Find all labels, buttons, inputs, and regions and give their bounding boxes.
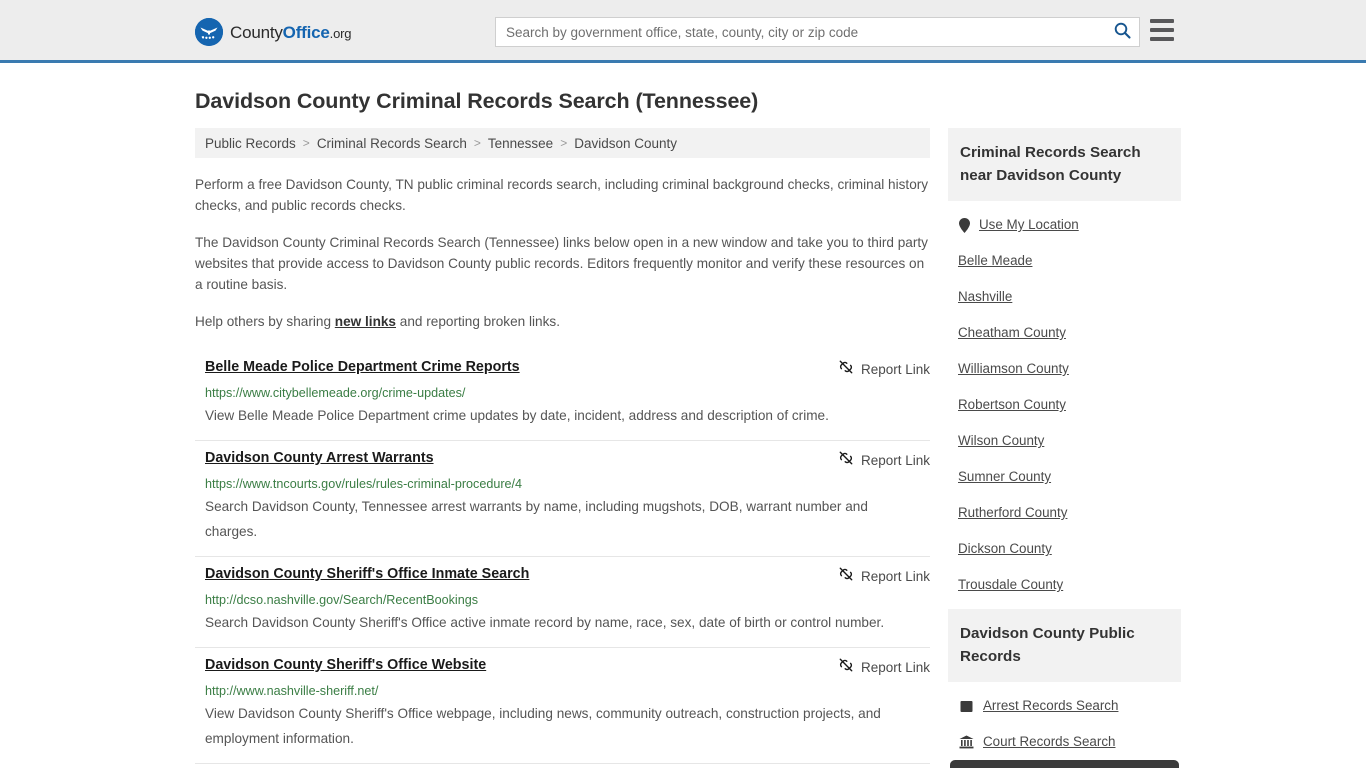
result-item: Davidson County Arrest Warrants Report L… [195,441,930,557]
result-url[interactable]: https://www.tncourts.gov/rules/rules-cri… [205,476,930,492]
sidebar-location-belle-meade[interactable]: Belle Meade [948,243,1181,279]
breadcrumb-item-public-records[interactable]: Public Records [205,136,296,151]
sidebar-location-label: Williamson County [958,361,1069,376]
map-pin-icon [958,217,971,233]
logo-text-org: .org [329,25,352,41]
sidebar-location-robertson-county[interactable]: Robertson County [948,387,1181,423]
report-link-label: Report Link [860,362,930,377]
use-my-location-link[interactable]: Use My Location [948,207,1181,243]
main-content: Public Records > Criminal Records Search… [195,128,930,764]
result-item: Belle Meade Police Department Crime Repo… [195,350,930,441]
result-item: Davidson County Sheriff's Office Website… [195,648,930,764]
search-input[interactable] [496,18,1105,46]
result-title-link[interactable]: Davidson County Sheriff's Office Website [205,656,838,675]
sidebar-location-label: Belle Meade [958,253,1033,268]
result-title-link[interactable]: Belle Meade Police Department Crime Repo… [205,358,838,377]
intro-p3-before: Help others by sharing [195,314,335,329]
breadcrumb-separator: > [302,136,310,150]
breadcrumb-item-tennessee[interactable]: Tennessee [488,136,553,151]
sidebar-location-cheatham-county[interactable]: Cheatham County [948,315,1181,351]
broken-link-icon [838,657,854,678]
sidebar-location-rutherford-county[interactable]: Rutherford County [948,495,1181,531]
sidebar-location-wilson-county[interactable]: Wilson County [948,423,1181,459]
site-header: CountyOffice.org [0,0,1366,63]
sidebar-location-label: Wilson County [958,433,1045,448]
result-title-link[interactable]: Davidson County Arrest Warrants [205,449,838,468]
sidebar-item-arrest-records-search[interactable]: Arrest Records Search [948,688,1181,724]
results-list: Belle Meade Police Department Crime Repo… [195,350,930,764]
sidebar-item-label: Court Records Search [983,734,1116,749]
sidebar-location-nashville[interactable]: Nashville [948,279,1181,315]
intro-paragraph-3: Help others by sharing new links and rep… [195,311,930,332]
sidebar-location-label: Sumner County [958,469,1052,484]
sidebar-item-court-records-search[interactable]: Court Records Search [948,724,1181,760]
sidebar-item-criminal-records-search[interactable]: Criminal Records Search [950,760,1179,768]
result-description: Search Davidson County, Tennessee arrest… [205,499,868,539]
result-url[interactable]: https://www.citybellemeade.org/crime-upd… [205,385,930,401]
use-my-location-label: Use My Location [979,217,1079,232]
site-logo[interactable]: CountyOffice.org [195,18,351,46]
nearby-searches-heading: Criminal Records Search near Davidson Co… [948,128,1181,201]
broken-link-icon [838,359,854,380]
page-container: Davidson County Criminal Records Search … [0,89,1366,768]
sidebar-location-trousdale-county[interactable]: Trousdale County [948,567,1181,603]
site-logo-text: CountyOffice.org [230,24,351,41]
public-records-box: Davidson County Public Records Arrest Re… [948,609,1181,768]
search-bar [495,17,1140,47]
public-records-list: Arrest Records Search Court Records Sear… [948,682,1181,768]
sidebar-location-sumner-county[interactable]: Sumner County [948,459,1181,495]
sidebar-location-label: Cheatham County [958,325,1066,340]
page-title: Davidson County Criminal Records Search … [195,89,759,113]
report-link-label: Report Link [860,660,930,675]
logo-text-county: County [230,22,283,42]
result-description: View Davidson County Sheriff's Office we… [205,706,881,746]
sidebar-location-label: Rutherford County [958,505,1068,520]
new-links-link[interactable]: new links [335,314,396,329]
result-description: Search Davidson County Sheriff's Office … [205,615,885,630]
fingerprint-square-icon [958,700,975,713]
breadcrumb-separator: > [560,136,568,150]
result-url[interactable]: http://www.nashville-sheriff.net/ [205,683,930,699]
sidebar-location-dickson-county[interactable]: Dickson County [948,531,1181,567]
sidebar-location-label: Dickson County [958,541,1052,556]
report-link-label: Report Link [860,453,930,468]
logo-text-office: Office [282,22,330,42]
eagle-shield-logo-icon [195,18,223,46]
search-icon [1114,22,1131,42]
sidebar-location-label: Nashville [958,289,1013,304]
result-description: View Belle Meade Police Department crime… [205,408,829,423]
sidebar: Criminal Records Search near Davidson Co… [948,128,1181,768]
breadcrumb: Public Records > Criminal Records Search… [195,128,930,158]
breadcrumb-separator: > [473,136,481,150]
intro-paragraph-2: The Davidson County Criminal Records Sea… [195,235,928,292]
result-url[interactable]: http://dcso.nashville.gov/Search/RecentB… [205,592,930,608]
search-button[interactable] [1105,18,1139,46]
report-link-button[interactable]: Report Link [838,450,930,471]
report-link-label: Report Link [860,569,930,584]
broken-link-icon [838,450,854,471]
nearby-searches-box: Criminal Records Search near Davidson Co… [948,128,1181,603]
sidebar-item-label: Arrest Records Search [983,698,1119,713]
hamburger-menu-icon[interactable] [1150,19,1174,41]
result-item: Davidson County Sheriff's Office Inmate … [195,557,930,648]
report-link-button[interactable]: Report Link [838,566,930,587]
intro-p3-after: and reporting broken links. [396,314,560,329]
report-link-button[interactable]: Report Link [838,359,930,380]
sidebar-location-label: Robertson County [958,397,1066,412]
nearby-searches-list: Use My Location Belle Meade Nashville Ch… [948,201,1181,603]
breadcrumb-item-criminal-records-search[interactable]: Criminal Records Search [317,136,467,151]
breadcrumb-item-davidson-county[interactable]: Davidson County [574,136,677,151]
report-link-button[interactable]: Report Link [838,657,930,678]
broken-link-icon [838,566,854,587]
sidebar-location-label: Trousdale County [958,577,1064,592]
sidebar-location-williamson-county[interactable]: Williamson County [948,351,1181,387]
public-records-heading: Davidson County Public Records [948,609,1181,682]
intro-section: Perform a free Davidson County, TN publi… [195,174,930,332]
result-title-link[interactable]: Davidson County Sheriff's Office Inmate … [205,565,838,584]
intro-paragraph-1: Perform a free Davidson County, TN publi… [195,177,929,213]
courthouse-icon [958,735,975,749]
